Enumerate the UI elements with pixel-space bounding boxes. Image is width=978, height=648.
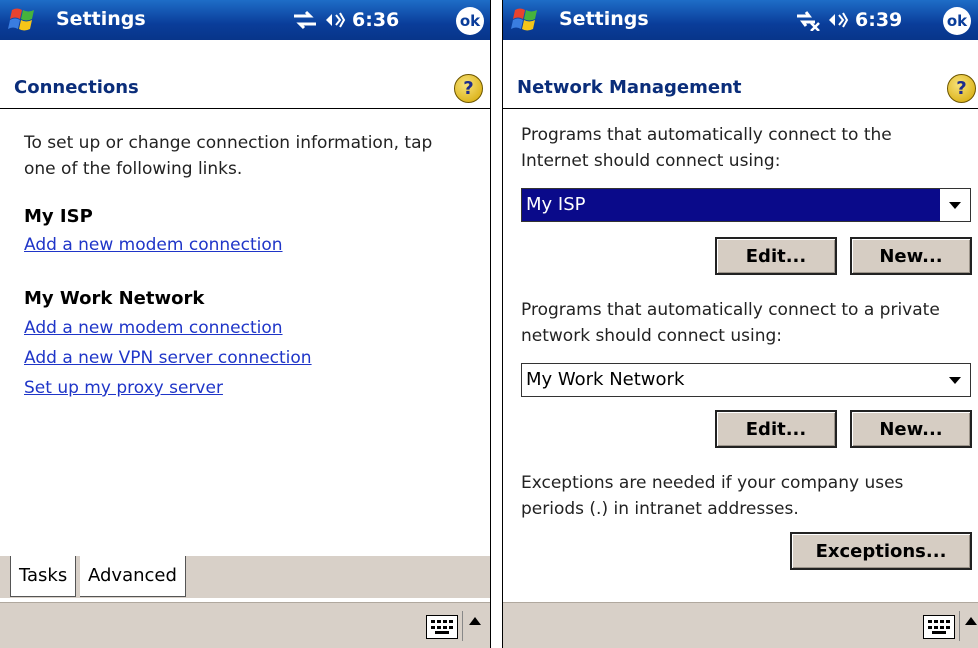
internet-edit-button[interactable]: Edit...	[715, 237, 837, 275]
private-new-button[interactable]: New...	[850, 410, 972, 448]
page-header: Network Management ?	[503, 68, 978, 109]
tab-advanced[interactable]: Advanced	[80, 556, 186, 597]
work-add-vpn-link[interactable]: Add a new VPN server connection	[24, 348, 312, 368]
ok-button[interactable]: ok	[943, 7, 971, 35]
private-network-description: Programs that automatically connect to a…	[521, 300, 940, 346]
input-panel-arrow-icon[interactable]	[965, 617, 977, 625]
work-proxy-link[interactable]: Set up my proxy server	[24, 378, 223, 398]
tab-bar: Tasks Advanced	[0, 556, 490, 598]
app-title: Settings	[56, 8, 146, 30]
keyboard-icon[interactable]	[426, 615, 458, 639]
menu-separator	[462, 611, 463, 641]
private-selected-value: My Work Network	[526, 369, 685, 390]
clock[interactable]: 6:36	[352, 9, 399, 31]
page-title: Connections	[14, 77, 139, 98]
group-title-my-isp: My ISP	[24, 206, 93, 227]
page-title: Network Management	[517, 77, 742, 98]
connectivity-icon[interactable]	[292, 9, 318, 31]
title-bar: Settings 6:36 ok	[0, 0, 490, 40]
internet-description: Programs that automatically connect to t…	[521, 125, 892, 171]
volume-icon[interactable]	[827, 9, 849, 31]
app-title: Settings	[559, 8, 649, 30]
page-header: Connections ?	[0, 68, 490, 109]
ok-button[interactable]: ok	[456, 7, 484, 35]
clock[interactable]: 6:39	[855, 9, 902, 31]
internet-selected-value: My ISP	[526, 194, 586, 215]
start-menu-windows-icon[interactable]	[8, 6, 38, 34]
network-management-screen: Settings 6:39 ok Network Management ? Pr…	[502, 0, 978, 648]
group-title-work-network: My Work Network	[24, 288, 205, 309]
tab-tasks[interactable]: Tasks	[10, 556, 77, 597]
private-network-select[interactable]: My Work Network	[521, 363, 971, 397]
isp-add-modem-link[interactable]: Add a new modem connection	[24, 235, 283, 255]
chevron-down-icon[interactable]	[940, 189, 970, 221]
start-menu-windows-icon[interactable]	[511, 6, 541, 34]
connections-screen: Settings 6:36 ok Connections ? To set up…	[0, 0, 491, 648]
intro-text: To set up or change connection informati…	[24, 133, 433, 179]
private-edit-button[interactable]: Edit...	[715, 410, 837, 448]
chevron-down-icon[interactable]	[940, 364, 970, 396]
input-panel-arrow-icon[interactable]	[469, 617, 481, 625]
title-bar: Settings 6:39 ok	[503, 0, 978, 40]
exceptions-button[interactable]: Exceptions...	[790, 532, 972, 570]
internet-new-button[interactable]: New...	[850, 237, 972, 275]
work-add-modem-link[interactable]: Add a new modem connection	[24, 318, 283, 338]
exceptions-description: Exceptions are needed if your company us…	[521, 473, 904, 519]
internet-connection-select[interactable]: My ISP	[521, 188, 971, 222]
help-icon[interactable]: ?	[454, 74, 483, 103]
menu-bar	[0, 602, 490, 648]
volume-icon[interactable]	[324, 9, 346, 31]
menu-separator	[959, 611, 960, 641]
help-icon[interactable]: ?	[947, 74, 976, 103]
keyboard-icon[interactable]	[923, 615, 955, 639]
menu-bar	[503, 602, 978, 648]
disconnected-icon[interactable]	[795, 9, 821, 31]
